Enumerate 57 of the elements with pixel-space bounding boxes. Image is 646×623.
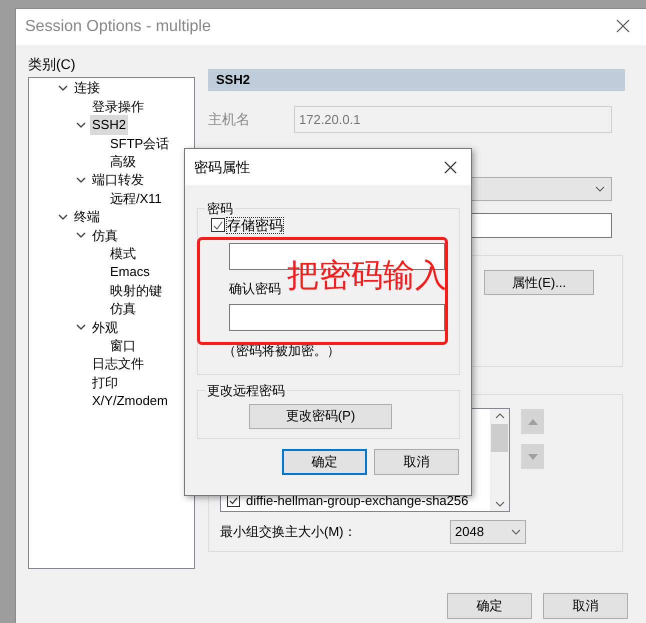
checkmark-icon bbox=[213, 220, 223, 230]
group-title: 更改远程密码 bbox=[206, 382, 286, 400]
chevron-down-icon[interactable] bbox=[76, 122, 86, 128]
chevron-down-icon[interactable] bbox=[58, 214, 68, 220]
checkmark-icon bbox=[229, 496, 238, 504]
checkbox[interactable] bbox=[211, 218, 225, 232]
dialog-title: 密码属性 bbox=[194, 158, 250, 176]
tree-item[interactable]: 窗口 bbox=[108, 336, 138, 356]
change-password-button[interactable]: 更改密码(P) bbox=[249, 404, 392, 428]
dialog-button[interactable]: 确定 bbox=[447, 593, 532, 619]
tree-item[interactable]: 远程/X11 bbox=[108, 188, 164, 208]
confirm-password-label: 确认密码 bbox=[229, 280, 282, 298]
tree-item[interactable]: 仿真 bbox=[108, 299, 138, 319]
close-icon[interactable] bbox=[616, 19, 630, 33]
tree-item[interactable]: 仿真 bbox=[90, 226, 120, 246]
tree-item[interactable]: 端口转发 bbox=[90, 170, 146, 190]
hostname-field[interactable]: 172.20.0.1 bbox=[294, 106, 612, 133]
chevron-down-icon[interactable] bbox=[76, 232, 86, 238]
note-text: （密码将被加密。） bbox=[223, 342, 341, 360]
tree-item[interactable]: 连接 bbox=[72, 78, 102, 98]
scrollbar-thumb[interactable] bbox=[491, 424, 508, 452]
hostname-label: 主机名 bbox=[208, 110, 251, 129]
confirm-password-field[interactable] bbox=[229, 304, 445, 331]
tree-item[interactable]: 登录操作 bbox=[90, 96, 146, 116]
chevron-down-icon bbox=[511, 529, 521, 535]
store-password-label[interactable]: 存储密码 bbox=[226, 216, 284, 234]
min-group-size-label: 最小组交换主大小(M)： bbox=[220, 523, 358, 542]
window-title: Session Options - multiple bbox=[25, 17, 211, 37]
tree-item[interactable]: 高级 bbox=[108, 152, 138, 172]
triangle-up-icon bbox=[528, 418, 538, 424]
tree-item[interactable]: Emacs bbox=[108, 262, 152, 282]
tree-item[interactable]: X/Y/Zmodem bbox=[90, 391, 170, 411]
scrollbar[interactable] bbox=[490, 409, 509, 511]
chevron-down-icon bbox=[595, 186, 605, 192]
section-title: SSH2 bbox=[216, 71, 250, 90]
dialog-button[interactable]: 确定 bbox=[282, 449, 367, 475]
category-label: 类别(C) bbox=[28, 56, 76, 72]
tree-item[interactable]: 终端 bbox=[72, 207, 102, 227]
tree-item[interactable]: 映射的键 bbox=[108, 280, 164, 300]
dialog-button[interactable]: 取消 bbox=[543, 593, 628, 619]
chevron-down-icon[interactable] bbox=[76, 177, 86, 184]
tree-item[interactable]: SSH2 bbox=[90, 115, 128, 135]
group-size-dropdown[interactable]: 2048 bbox=[450, 520, 526, 544]
tree-item[interactable]: 外观 bbox=[90, 318, 120, 338]
group-title: 密码 bbox=[206, 200, 234, 218]
triangle-down-icon bbox=[528, 454, 538, 460]
chevron-down-icon[interactable] bbox=[58, 85, 68, 92]
dialog-button[interactable]: 取消 bbox=[374, 449, 459, 475]
tree-item[interactable]: 日志文件 bbox=[90, 354, 146, 374]
chevron-up-icon[interactable] bbox=[494, 413, 504, 419]
properties-button[interactable]: 属性(E)... bbox=[484, 270, 594, 295]
tree-item[interactable]: 打印 bbox=[90, 372, 120, 392]
close-icon[interactable] bbox=[444, 160, 457, 174]
tree-item[interactable]: 模式 bbox=[108, 244, 138, 264]
tree-item[interactable]: SFTP会话 bbox=[108, 134, 172, 154]
chevron-down-icon[interactable] bbox=[76, 324, 86, 330]
chevron-down-icon[interactable] bbox=[494, 501, 504, 507]
